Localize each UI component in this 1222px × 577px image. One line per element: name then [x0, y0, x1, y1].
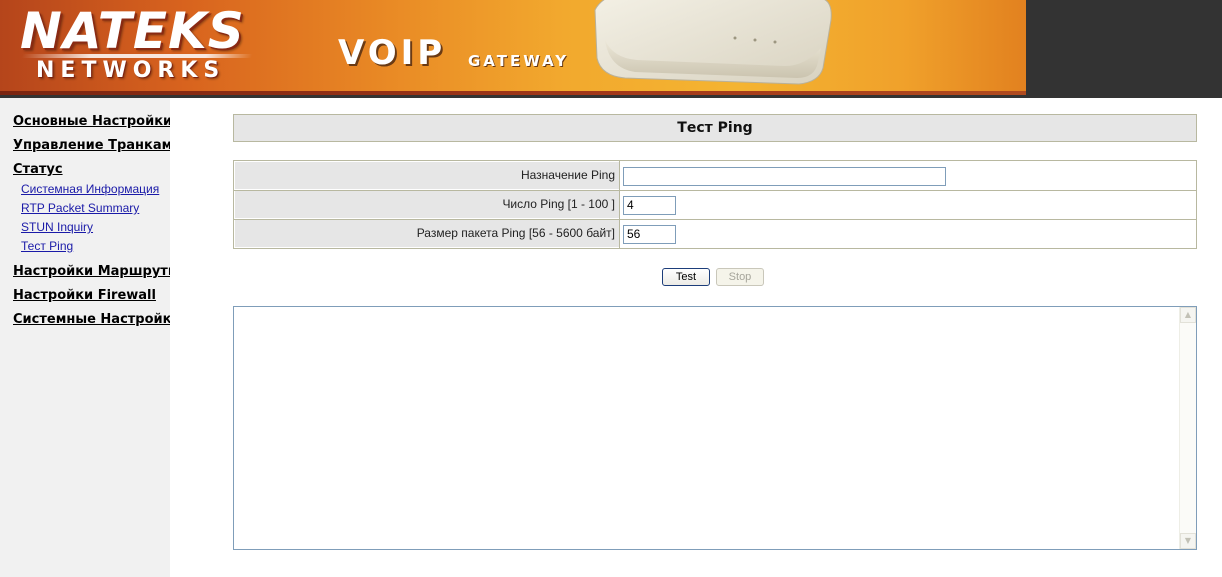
ping-destination-input[interactable]	[623, 167, 946, 186]
sidebar-subitem-stun-inquiry[interactable]: STUN Inquiry	[21, 220, 93, 234]
sidebar-subitem-rtp-packet-summary[interactable]: RTP Packet Summary	[21, 201, 139, 215]
packet-size-input[interactable]: 56	[623, 225, 676, 244]
scroll-down-arrow-icon[interactable]: ▼	[1180, 533, 1196, 549]
form-row-count: Число Ping [1 - 100 ] 4	[234, 190, 1196, 219]
ping-count-cell: 4	[620, 191, 1195, 218]
sidebar: Основные Настройки Управление Транками С…	[0, 98, 170, 577]
destination-label: Назначение Ping	[235, 162, 619, 189]
ping-output-textarea[interactable]: ▲ ▼	[233, 306, 1197, 550]
banner-artwork: NATEKS NETWORKS VOIP GATEWAY	[0, 0, 1026, 95]
gateway-device-image	[594, 0, 832, 85]
product-logo-sub: GATEWAY	[468, 52, 570, 70]
form-row-destination: Назначение Ping	[234, 161, 1196, 190]
ping-count-label: Число Ping [1 - 100 ]	[235, 191, 619, 218]
sidebar-item-firewall-settings[interactable]: Настройки Firewall	[13, 288, 156, 303]
sidebar-subitem-ping-test[interactable]: Тест Ping	[21, 239, 73, 253]
sidebar-item-system-settings[interactable]: Системные Настройки	[13, 312, 170, 327]
sidebar-subitem-system-info[interactable]: Системная Информация	[21, 182, 159, 196]
brand-logo-sub: NETWORKS	[36, 58, 226, 83]
header-banner: NATEKS NETWORKS VOIP GATEWAY	[0, 0, 1222, 98]
brand-logo-main: NATEKS	[20, 2, 245, 60]
sidebar-item-trunk-management[interactable]: Управление Транками	[13, 138, 170, 153]
ping-count-input[interactable]: 4	[623, 196, 676, 215]
ping-settings-table: Назначение Ping Число Ping [1 - 100 ] 4 …	[233, 160, 1197, 249]
sidebar-item-basic-settings[interactable]: Основные Настройки	[13, 114, 170, 129]
sidebar-item-status[interactable]: Статус	[13, 162, 63, 177]
test-button[interactable]: Test	[662, 268, 710, 286]
destination-cell	[620, 162, 1195, 189]
stop-button[interactable]: Stop	[716, 268, 764, 286]
form-row-packet-size: Размер пакета Ping [56 - 5600 байт] 56	[234, 219, 1196, 248]
packet-size-label: Размер пакета Ping [56 - 5600 байт]	[235, 220, 619, 247]
scroll-up-arrow-icon[interactable]: ▲	[1180, 307, 1196, 323]
product-logo-main: VOIP	[338, 33, 447, 73]
packet-size-cell: 56	[620, 220, 1195, 247]
page-title: Тест Ping	[233, 114, 1197, 142]
sidebar-item-routing-settings[interactable]: Настройки Маршрутизации	[13, 264, 170, 279]
output-scrollbar[interactable]: ▲ ▼	[1179, 307, 1196, 549]
